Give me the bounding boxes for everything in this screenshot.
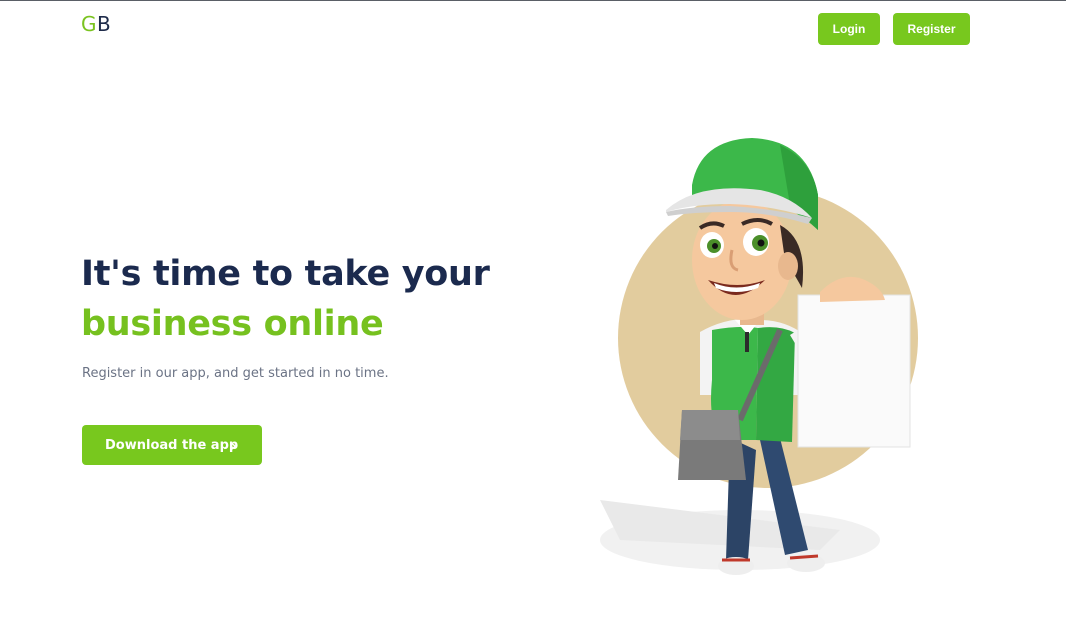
download-app-label: Download the app — [105, 437, 239, 453]
hero-subtitle: Register in our app, and get started in … — [82, 366, 389, 381]
delivery-man-illustration — [600, 138, 918, 575]
hero-headline-line1: It's time to take your — [81, 254, 490, 294]
top-border — [0, 0, 1066, 1]
logo[interactable]: GB — [81, 12, 111, 36]
login-button[interactable]: Login — [818, 13, 880, 45]
chevron-right-icon: › — [230, 435, 237, 455]
hero-headline-line2: business online — [81, 304, 384, 344]
logo-letter-g: G — [81, 12, 97, 36]
logo-letter-b: B — [97, 12, 112, 36]
head — [692, 200, 792, 320]
download-app-button[interactable]: Download the app › — [82, 425, 262, 465]
register-button[interactable]: Register — [893, 13, 970, 45]
paper-sheet — [797, 294, 911, 448]
